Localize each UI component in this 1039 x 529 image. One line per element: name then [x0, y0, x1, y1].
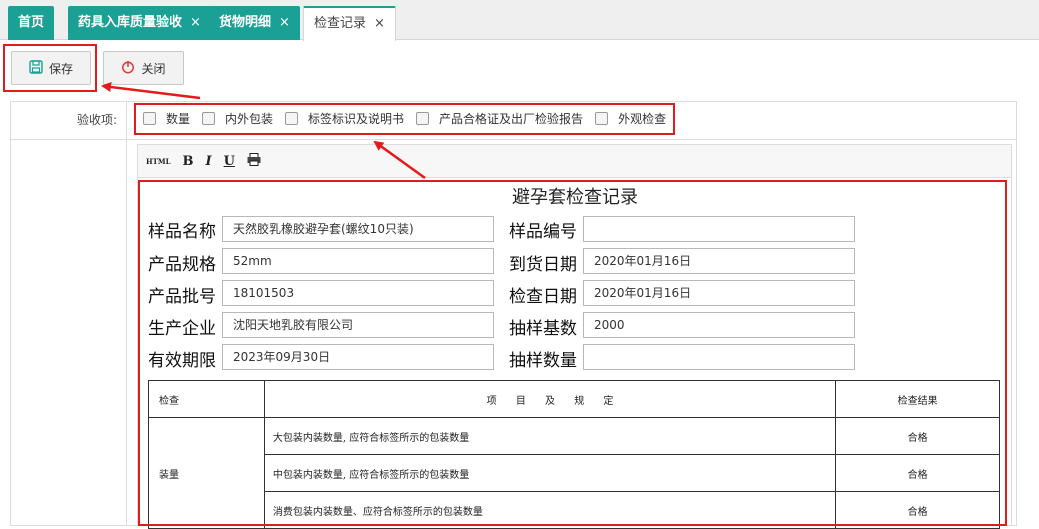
- checkbox[interactable]: [595, 112, 609, 125]
- field-label: 抽样数量: [509, 351, 577, 371]
- check-appearance[interactable]: 外观检查: [595, 110, 666, 127]
- item-cell: 消费包装内装数量、应符合标签所示的包装数量: [263, 491, 837, 529]
- table-row: 装量 大包装内装数量, 应符合标签所示的包装数量 合格: [148, 417, 1000, 529]
- close-icon[interactable]: ×: [374, 16, 385, 31]
- check-quantity[interactable]: 数量: [143, 110, 190, 127]
- check-label: 外观检查: [618, 112, 667, 126]
- inspection-table: 检查 项 目 及 规 定 检查结果 装量 大包装内装数量, 应符合标签所示的包装…: [148, 380, 1000, 529]
- result-cell[interactable]: 合格: [835, 417, 1000, 455]
- acceptance-label: 验收项:: [76, 113, 117, 127]
- field-label: 到货日期: [509, 255, 577, 275]
- tab-home[interactable]: 首页: [8, 6, 55, 40]
- acceptance-checklist: 数量 内外包装 标签标识及说明书 产品合格证及出厂检验报告 外观检查: [143, 110, 678, 127]
- checkbox[interactable]: [143, 112, 156, 125]
- print-icon[interactable]: [247, 153, 261, 169]
- field-label: 有效期限: [148, 351, 216, 371]
- header-cell: 项 目 及 规 定: [263, 380, 837, 418]
- arrival-date-field[interactable]: 2020年01月16日: [583, 248, 855, 274]
- table-header-row: 检查 项 目 及 规 定 检查结果: [148, 380, 1000, 418]
- editor-toolbar: HTML B I U: [138, 145, 1011, 178]
- close-button[interactable]: 关闭: [103, 51, 184, 85]
- header-cell: 检查结果: [835, 380, 1000, 418]
- close-label: 关闭: [141, 61, 166, 76]
- underline-button[interactable]: U: [224, 154, 235, 169]
- batch-number-field[interactable]: 18101503: [222, 280, 494, 306]
- bold-button[interactable]: B: [183, 154, 194, 169]
- check-label: 标签标识及说明书: [308, 112, 405, 126]
- arrow-to-save: [101, 82, 201, 100]
- table-row: 消费包装内装数量、应符合标签所示的包装数量 合格: [149, 491, 1000, 529]
- sample-quantity-field[interactable]: [583, 344, 855, 370]
- item-cell: 大包装内装数量, 应符合标签所示的包装数量: [263, 417, 837, 455]
- label-column: [11, 102, 127, 525]
- tab-inbound-inspection[interactable]: 药具入库质量验收 ×: [68, 6, 211, 40]
- save-label: 保存: [48, 61, 73, 76]
- power-icon: [121, 60, 135, 77]
- tab-inspection-record[interactable]: 检查记录 ×: [303, 6, 396, 41]
- tab-label: 检查记录: [314, 16, 367, 31]
- check-packaging[interactable]: 内外包装: [202, 110, 273, 127]
- check-label-manual[interactable]: 标签标识及说明书: [285, 110, 404, 127]
- group-cell: 装量: [148, 417, 265, 529]
- checkbox[interactable]: [285, 112, 299, 125]
- field-label: 产品规格: [148, 255, 216, 275]
- field-label: 抽样基数: [509, 319, 577, 339]
- spec-field[interactable]: 52mm: [222, 248, 494, 274]
- tab-goods-detail[interactable]: 货物明细 ×: [209, 6, 300, 40]
- sample-number-field[interactable]: [583, 216, 855, 242]
- manufacturer-field[interactable]: 沈阳天地乳胶有限公司: [222, 312, 494, 338]
- field-label: 产品批号: [148, 287, 216, 307]
- inspection-date-field[interactable]: 2020年01月16日: [583, 280, 855, 306]
- sample-name-field[interactable]: 天然胶乳橡胶避孕套(螺纹10只装): [222, 216, 494, 242]
- result-cell[interactable]: 合格: [835, 491, 1000, 529]
- check-label: 数量: [166, 112, 191, 126]
- tab-bar: 首页 药具入库质量验收 × 货物明细 × 检查记录 ×: [0, 0, 1039, 41]
- checkbox[interactable]: [202, 112, 216, 125]
- row-divider: [11, 139, 1016, 140]
- close-icon[interactable]: ×: [190, 15, 201, 30]
- sampling-base-field[interactable]: 2000: [583, 312, 855, 338]
- field-label: 生产企业: [148, 319, 216, 339]
- item-cell: 中包装内装数量, 应符合标签所示的包装数量: [263, 454, 837, 492]
- header-cell: 检查: [148, 380, 265, 418]
- field-label: 样品编号: [509, 222, 577, 242]
- check-certificate[interactable]: 产品合格证及出厂检验报告: [416, 110, 583, 127]
- tab-label: 货物明细: [219, 15, 272, 30]
- result-cell[interactable]: 合格: [835, 454, 1000, 492]
- check-label: 内外包装: [225, 112, 274, 126]
- checkbox[interactable]: [416, 112, 430, 125]
- expiry-date-field[interactable]: 2023年09月30日: [222, 344, 494, 370]
- table-row: 中包装内装数量, 应符合标签所示的包装数量 合格: [149, 454, 1000, 492]
- record-title: 避孕套检查记录: [512, 187, 638, 208]
- save-icon: [29, 59, 43, 77]
- save-button[interactable]: 保存: [11, 51, 91, 85]
- italic-button[interactable]: I: [206, 154, 212, 169]
- field-label: 样品名称: [148, 222, 216, 242]
- field-label: 检查日期: [509, 287, 577, 307]
- html-source-button[interactable]: HTML: [146, 157, 171, 166]
- close-icon[interactable]: ×: [279, 15, 290, 30]
- tab-label: 首页: [18, 15, 45, 30]
- check-label: 产品合格证及出厂检验报告: [439, 112, 584, 126]
- tab-label: 药具入库质量验收: [78, 15, 183, 30]
